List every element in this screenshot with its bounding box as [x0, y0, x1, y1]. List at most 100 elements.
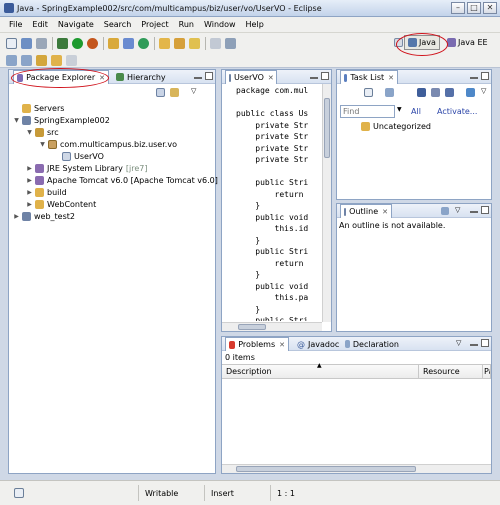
run-icon[interactable] [72, 37, 83, 49]
task-find-input[interactable] [340, 105, 395, 118]
maximize-view-icon[interactable] [205, 72, 213, 82]
save-icon[interactable] [21, 37, 32, 49]
code-line[interactable]: private Str [236, 132, 317, 144]
tree-item-src[interactable]: ▼ src [26, 127, 59, 138]
tree-item-jre[interactable]: ▶ JRE System Library [jre7] [26, 163, 147, 174]
code-line[interactable]: public void [236, 282, 317, 294]
view-menu-icon[interactable]: ▽ [455, 206, 460, 214]
minimize-view-icon[interactable] [470, 72, 478, 81]
tree-item-build[interactable]: ▶ build [26, 187, 67, 198]
expand-icon[interactable]: ▶ [13, 213, 20, 220]
link-editor-icon[interactable] [170, 88, 179, 97]
all-link[interactable]: All [411, 107, 421, 116]
search-icon[interactable] [189, 37, 200, 49]
open-type-icon[interactable] [159, 37, 170, 49]
new-java-project-icon[interactable] [108, 37, 119, 49]
code-line[interactable]: public class Us [236, 109, 317, 121]
expand-icon[interactable]: ▶ [26, 165, 33, 172]
code-line[interactable]: private Str [236, 121, 317, 133]
code-line[interactable]: private Str [236, 144, 317, 156]
close-icon[interactable]: ✕ [382, 208, 388, 216]
tree-item-package[interactable]: ▼ com.multicampus.biz.user.vo [39, 139, 177, 150]
code-line[interactable]: return [236, 259, 317, 271]
code-line[interactable]: this.id [236, 224, 317, 236]
javaee-perspective-button[interactable]: Java EE [445, 35, 490, 50]
code-line[interactable]: package com.mul [236, 86, 317, 98]
debug-icon[interactable] [57, 37, 68, 49]
expand-icon[interactable]: ▶ [26, 201, 33, 208]
new-task-icon[interactable] [364, 88, 373, 97]
menu-project[interactable]: Project [136, 20, 173, 29]
print-icon[interactable] [36, 37, 47, 49]
show-whitespace-icon[interactable] [225, 37, 236, 49]
code-line[interactable]: public Stri [236, 316, 317, 321]
code-area[interactable]: package com.mul public class Us private S… [236, 86, 317, 321]
view-menu-icon[interactable]: ▽ [456, 339, 461, 347]
editor-horizontal-scrollbar[interactable] [222, 322, 322, 331]
new-icon[interactable] [6, 37, 17, 49]
prev-annotation-icon[interactable] [21, 54, 32, 66]
scrollbar-thumb[interactable] [238, 324, 266, 330]
collapse-all-icon[interactable] [156, 88, 165, 97]
code-line[interactable]: return [236, 190, 317, 202]
expand-icon[interactable]: ▼ [26, 129, 33, 136]
menu-help[interactable]: Help [241, 20, 269, 29]
menu-search[interactable]: Search [99, 20, 136, 29]
categorize-icon[interactable] [385, 88, 394, 97]
code-line[interactable]: } [236, 236, 317, 248]
code-line[interactable] [236, 167, 317, 179]
menu-file[interactable]: File [4, 20, 27, 29]
minimize-button[interactable]: – [451, 2, 465, 14]
tab-outline[interactable]: Outline ✕ [340, 204, 392, 218]
expand-icon[interactable]: ▼ [13, 117, 20, 124]
code-line[interactable]: this.pa [236, 293, 317, 305]
maximize-view-icon[interactable] [481, 206, 489, 216]
maximize-button[interactable]: □ [467, 2, 481, 14]
next-annotation-icon[interactable] [6, 54, 17, 66]
find-dropdown-icon[interactable]: ▼ [397, 106, 402, 113]
fast-view-icon[interactable] [14, 488, 24, 498]
tree-item-web-test2[interactable]: ▶ web_test2 [13, 211, 75, 222]
close-button[interactable]: ✕ [483, 2, 497, 14]
maximize-view-icon[interactable] [321, 72, 329, 82]
tree-item-tomcat[interactable]: ▶ Apache Tomcat v6.0 [Apache Tomcat v6.0… [26, 175, 218, 186]
expand-icon[interactable]: ▶ [26, 189, 33, 196]
tree-item-webcontent[interactable]: ▶ WebContent [26, 199, 96, 210]
view-menu-icon[interactable]: ▽ [481, 87, 486, 95]
open-folder-icon[interactable] [174, 37, 185, 49]
editor-vertical-scrollbar[interactable] [322, 84, 331, 322]
tab-declaration[interactable]: Declaration [342, 337, 402, 351]
expand-icon[interactable]: ▼ [39, 141, 46, 148]
code-line[interactable] [236, 98, 317, 110]
scrollbar-thumb[interactable] [324, 98, 330, 158]
code-line[interactable]: public void [236, 213, 317, 225]
tree-item-servers[interactable]: Servers [13, 103, 64, 114]
code-line[interactable]: } [236, 270, 317, 282]
code-line[interactable]: public Stri [236, 178, 317, 190]
tree-item-project[interactable]: ▼ SpringExample002 [13, 115, 110, 126]
tab-hierarchy[interactable]: Hierarchy [113, 70, 169, 84]
minimize-view-icon[interactable] [470, 339, 478, 348]
task-category-uncategorized[interactable]: Uncategorized [361, 121, 431, 132]
code-line[interactable]: } [236, 305, 317, 317]
minimize-view-icon[interactable] [310, 72, 318, 81]
toggle-mark-icon[interactable] [210, 37, 221, 49]
expand-icon[interactable]: ▶ [26, 177, 33, 184]
code-line[interactable]: private Str [236, 155, 317, 167]
scrollbar-thumb[interactable] [236, 466, 416, 472]
maximize-view-icon[interactable] [481, 72, 489, 82]
column-path[interactable]: Pa [483, 365, 491, 379]
minimize-view-icon[interactable] [194, 72, 202, 81]
tree-item-class[interactable]: UserVO [53, 151, 104, 162]
tab-uservo[interactable]: UserVO ✕ [225, 70, 277, 84]
new-package-icon[interactable] [123, 37, 134, 49]
menu-run[interactable]: Run [174, 20, 199, 29]
maximize-view-icon[interactable] [481, 339, 489, 349]
forward-arrow-icon[interactable] [66, 54, 77, 66]
collapse-all-icon[interactable] [431, 88, 440, 97]
tab-javadoc[interactable]: @ Javadoc [294, 337, 340, 351]
sort-icon[interactable] [441, 207, 449, 215]
menu-window[interactable]: Window [199, 20, 241, 29]
back-arrow-icon[interactable] [51, 54, 62, 66]
menu-navigate[interactable]: Navigate [53, 20, 99, 29]
